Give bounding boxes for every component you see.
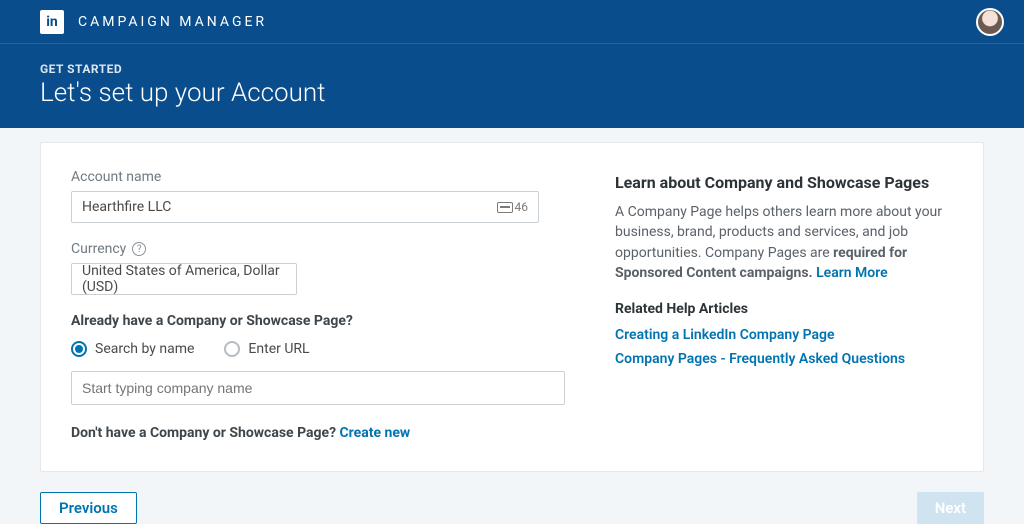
logo-text: in bbox=[46, 15, 58, 29]
no-company-prefix: Don't have a Company or Showcase Page? bbox=[71, 425, 340, 441]
showcase-question: Already have a Company or Showcase Page? bbox=[71, 313, 565, 329]
linkedin-logo-icon[interactable]: in bbox=[40, 10, 64, 34]
radio-icon bbox=[71, 341, 87, 357]
currency-select[interactable]: United States of America, Dollar (USD) bbox=[71, 263, 297, 295]
radio-url-label: Enter URL bbox=[248, 341, 309, 357]
next-button[interactable]: Next bbox=[917, 492, 984, 524]
form-column: Account name Hearthfire LLC 46 Currency … bbox=[71, 169, 565, 441]
avatar[interactable] bbox=[976, 8, 1004, 36]
info-title: Learn about Company and Showcase Pages bbox=[615, 173, 953, 192]
currency-label-text: Currency bbox=[71, 241, 126, 257]
radio-search-by-name[interactable]: Search by name bbox=[71, 341, 194, 357]
create-new-link[interactable]: Create new bbox=[340, 425, 411, 441]
currency-label: Currency ? bbox=[71, 241, 565, 257]
company-search-input[interactable] bbox=[71, 371, 565, 405]
radio-icon bbox=[224, 341, 240, 357]
hero: GET STARTED Let's set up your Account bbox=[0, 44, 1024, 128]
footer-actions: Previous Next bbox=[40, 492, 984, 524]
previous-button[interactable]: Previous bbox=[40, 492, 137, 524]
no-company-text: Don't have a Company or Showcase Page? C… bbox=[71, 425, 565, 441]
suffix-text: 46 bbox=[515, 200, 529, 214]
card-icon bbox=[497, 202, 513, 213]
account-name-label: Account name bbox=[71, 169, 565, 185]
input-suffix: 46 bbox=[497, 200, 529, 214]
currency-value: United States of America, Dollar (USD) bbox=[82, 263, 286, 295]
app-title: CAMPAIGN MANAGER bbox=[78, 14, 267, 30]
help-link-faq[interactable]: Company Pages - Frequently Asked Questio… bbox=[615, 351, 953, 367]
radio-group: Search by name Enter URL bbox=[71, 341, 565, 357]
info-column: Learn about Company and Showcase Pages A… bbox=[615, 169, 953, 441]
info-body: A Company Page helps others learn more a… bbox=[615, 202, 953, 283]
related-title: Related Help Articles bbox=[615, 301, 953, 317]
account-name-value: Hearthfire LLC bbox=[82, 199, 171, 215]
learn-more-link[interactable]: Learn More bbox=[816, 265, 888, 281]
radio-enter-url[interactable]: Enter URL bbox=[224, 341, 309, 357]
currency-field: Currency ? United States of America, Dol… bbox=[71, 241, 565, 295]
top-bar: in CAMPAIGN MANAGER bbox=[0, 0, 1024, 44]
account-name-field: Account name Hearthfire LLC 46 bbox=[71, 169, 565, 223]
help-link-create-page[interactable]: Creating a LinkedIn Company Page bbox=[615, 327, 953, 343]
help-icon[interactable]: ? bbox=[132, 242, 146, 256]
setup-card: Account name Hearthfire LLC 46 Currency … bbox=[40, 142, 984, 472]
page-title: Let's set up your Account bbox=[40, 78, 984, 108]
account-name-input[interactable]: Hearthfire LLC 46 bbox=[71, 191, 539, 223]
radio-search-label: Search by name bbox=[95, 341, 194, 357]
hero-kicker: GET STARTED bbox=[40, 62, 984, 76]
